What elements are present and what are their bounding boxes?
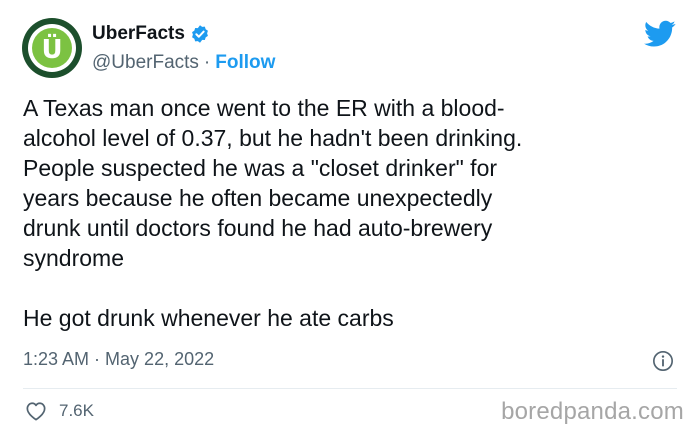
- avatar-logo: Ü: [32, 28, 72, 68]
- tweet-text: A Texas man once went to the ER with a b…: [23, 95, 523, 331]
- tweet-date: May 22, 2022: [105, 349, 215, 369]
- watermark: boredpanda.com: [501, 398, 684, 425]
- timestamp-separator: ·: [94, 349, 101, 369]
- heart-icon: [26, 402, 46, 421]
- like-count: 7.6K: [59, 401, 94, 420]
- avatar[interactable]: Ü: [22, 18, 82, 78]
- info-icon[interactable]: [652, 350, 674, 372]
- svg-text:Ü: Ü: [41, 32, 62, 65]
- tweet-card: Ü UberFacts @UberFacts · Follow A Texas …: [0, 0, 700, 441]
- verified-badge-icon: [192, 25, 208, 43]
- tweet-time: 1:23 AM: [23, 349, 90, 369]
- follow-button[interactable]: Follow: [215, 52, 275, 74]
- tweet-timestamp[interactable]: 1:23 AM · May 22, 2022: [23, 349, 214, 370]
- like-button[interactable]: 7.6K: [25, 401, 94, 421]
- avatar-letter-icon: Ü: [41, 32, 62, 65]
- author-handle-row: @UberFacts · Follow: [92, 51, 275, 75]
- author-display-name[interactable]: UberFacts: [92, 23, 185, 45]
- author-name-row: UberFacts: [92, 22, 210, 46]
- twitter-bird-icon[interactable]: [644, 20, 676, 48]
- divider: [23, 388, 677, 389]
- handle-separator: ·: [203, 52, 211, 73]
- author-handle[interactable]: @UberFacts: [92, 52, 199, 74]
